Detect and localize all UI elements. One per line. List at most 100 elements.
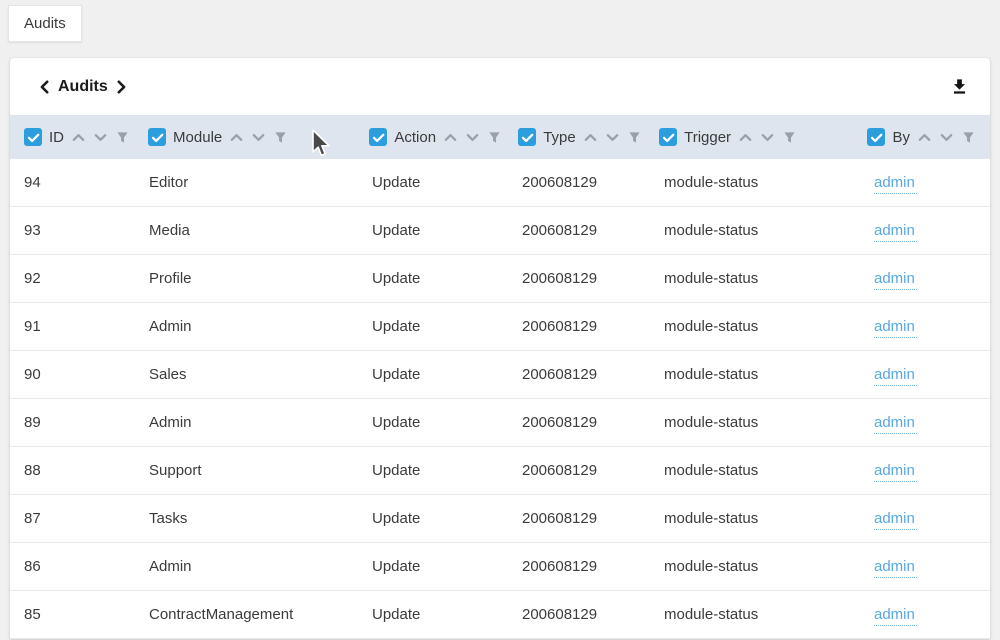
- checkbox-by[interactable]: [867, 128, 885, 146]
- cell-trigger: module-status: [664, 174, 874, 191]
- cell-module: Admin: [149, 558, 372, 575]
- by-user-link[interactable]: admin: [874, 558, 917, 578]
- column-label-id: ID: [49, 129, 64, 146]
- by-user-link[interactable]: admin: [874, 318, 917, 338]
- cell-trigger: module-status: [664, 606, 874, 623]
- sort-up-icon[interactable]: [738, 130, 753, 145]
- cell-type: 200608129: [522, 318, 664, 335]
- sort-down-icon[interactable]: [939, 130, 954, 145]
- checkbox-type[interactable]: [518, 128, 536, 146]
- table-header-row: ID Module Action Type Tr: [10, 115, 990, 159]
- by-user-link[interactable]: admin: [874, 174, 917, 194]
- cell-by: admin: [874, 318, 976, 335]
- card-toolbar: Audits: [10, 58, 990, 115]
- checkbox-trigger[interactable]: [659, 128, 677, 146]
- cell-id: 85: [24, 606, 149, 623]
- table-row: 91 Admin Update 200608129 module-status …: [10, 303, 990, 351]
- cell-id: 90: [24, 366, 149, 383]
- sort-up-icon[interactable]: [71, 130, 86, 145]
- sort-down-icon[interactable]: [605, 130, 620, 145]
- card-title: Audits: [38, 78, 128, 96]
- cell-type: 200608129: [522, 222, 664, 239]
- cell-type: 200608129: [522, 414, 664, 431]
- table-row: 92 Profile Update 200608129 module-statu…: [10, 255, 990, 303]
- cell-id: 89: [24, 414, 149, 431]
- cell-module: ContractManagement: [149, 606, 372, 623]
- filter-icon[interactable]: [627, 130, 642, 145]
- cell-action: Update: [372, 510, 522, 527]
- chevron-left-icon[interactable]: [38, 80, 52, 94]
- cell-module: Sales: [149, 366, 372, 383]
- cell-id: 87: [24, 510, 149, 527]
- by-user-link[interactable]: admin: [874, 366, 917, 386]
- filter-icon[interactable]: [487, 130, 502, 145]
- by-user-link[interactable]: admin: [874, 270, 917, 290]
- chevron-right-icon[interactable]: [114, 80, 128, 94]
- table-row: 88 Support Update 200608129 module-statu…: [10, 447, 990, 495]
- column-header-by: By: [867, 128, 976, 146]
- by-user-link[interactable]: admin: [874, 222, 917, 242]
- cell-module: Support: [149, 462, 372, 479]
- cell-id: 86: [24, 558, 149, 575]
- filter-icon[interactable]: [115, 130, 130, 145]
- cell-trigger: module-status: [664, 318, 874, 335]
- cell-module: Admin: [149, 414, 372, 431]
- tab-audits[interactable]: Audits: [8, 5, 82, 42]
- column-label-by: By: [892, 129, 910, 146]
- cell-id: 94: [24, 174, 149, 191]
- cell-by: admin: [874, 366, 976, 383]
- by-user-link[interactable]: admin: [874, 462, 917, 482]
- filter-icon[interactable]: [782, 130, 797, 145]
- sort-down-icon[interactable]: [760, 130, 775, 145]
- table-row: 94 Editor Update 200608129 module-status…: [10, 159, 990, 207]
- cell-type: 200608129: [522, 366, 664, 383]
- sort-down-icon[interactable]: [465, 130, 480, 145]
- by-user-link[interactable]: admin: [874, 510, 917, 530]
- table-row: 87 Tasks Update 200608129 module-status …: [10, 495, 990, 543]
- cell-trigger: module-status: [664, 222, 874, 239]
- sort-up-icon[interactable]: [917, 130, 932, 145]
- cell-by: admin: [874, 414, 976, 431]
- column-label-module: Module: [173, 129, 222, 146]
- cell-action: Update: [372, 606, 522, 623]
- table-row: 85 ContractManagement Update 200608129 m…: [10, 591, 990, 639]
- cell-trigger: module-status: [664, 366, 874, 383]
- cell-type: 200608129: [522, 558, 664, 575]
- cell-trigger: module-status: [664, 270, 874, 287]
- table-row: 86 Admin Update 200608129 module-status …: [10, 543, 990, 591]
- cell-type: 200608129: [522, 174, 664, 191]
- sort-down-icon[interactable]: [251, 130, 266, 145]
- cell-module: Editor: [149, 174, 372, 191]
- cell-trigger: module-status: [664, 558, 874, 575]
- filter-icon[interactable]: [961, 130, 976, 145]
- checkbox-id[interactable]: [24, 128, 42, 146]
- by-user-link[interactable]: admin: [874, 606, 917, 626]
- checkbox-module[interactable]: [148, 128, 166, 146]
- sort-down-icon[interactable]: [93, 130, 108, 145]
- cell-action: Update: [372, 318, 522, 335]
- column-label-type: Type: [543, 129, 576, 146]
- audits-card: Audits ID Module Action: [10, 58, 990, 639]
- cell-action: Update: [372, 270, 522, 287]
- table-row: 90 Sales Update 200608129 module-status …: [10, 351, 990, 399]
- cell-action: Update: [372, 366, 522, 383]
- by-user-link[interactable]: admin: [874, 414, 917, 434]
- cell-trigger: module-status: [664, 414, 874, 431]
- sort-up-icon[interactable]: [229, 130, 244, 145]
- cell-by: admin: [874, 462, 976, 479]
- cell-action: Update: [372, 414, 522, 431]
- cell-module: Media: [149, 222, 372, 239]
- cell-id: 88: [24, 462, 149, 479]
- column-label-trigger: Trigger: [684, 129, 731, 146]
- sort-up-icon[interactable]: [583, 130, 598, 145]
- checkbox-action[interactable]: [369, 128, 387, 146]
- column-header-trigger: Trigger: [659, 128, 867, 146]
- cell-by: admin: [874, 222, 976, 239]
- sort-up-icon[interactable]: [443, 130, 458, 145]
- page-title: Audits: [58, 78, 108, 96]
- cell-id: 91: [24, 318, 149, 335]
- cell-id: 92: [24, 270, 149, 287]
- cell-by: admin: [874, 606, 976, 623]
- filter-icon[interactable]: [273, 130, 288, 145]
- download-icon[interactable]: [948, 76, 970, 98]
